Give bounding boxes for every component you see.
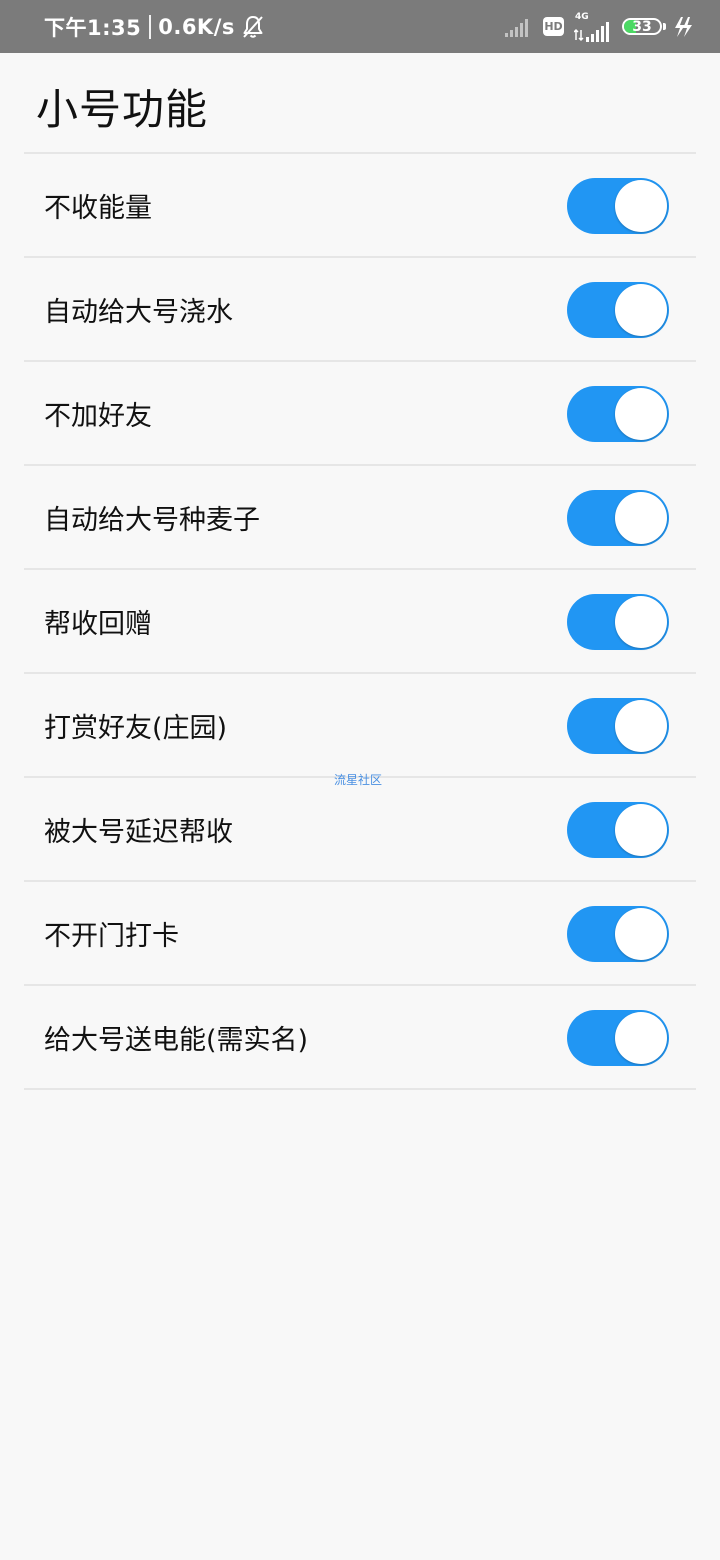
setting-label: 被大号延迟帮收: [44, 816, 233, 848]
battery-icon: 33: [622, 18, 666, 35]
battery-tip: [663, 23, 666, 30]
toggle-knob: [615, 180, 667, 232]
battery-level: 33: [632, 19, 652, 35]
setting-toggle[interactable]: [567, 802, 669, 858]
toggle-knob: [615, 804, 667, 856]
status-net-speed: 0.6K/s: [158, 14, 235, 39]
setting-label: 给大号送电能(需实名): [44, 1024, 309, 1056]
toggle-knob: [615, 700, 667, 752]
toggle-knob: [615, 492, 667, 544]
bell-muted-icon: [241, 14, 265, 40]
setting-row: 被大号延迟帮收: [24, 778, 696, 882]
setting-toggle[interactable]: [567, 594, 669, 650]
setting-row: 自动给大号种麦子: [24, 466, 696, 570]
setting-toggle[interactable]: [567, 178, 669, 234]
setting-label: 打赏好友(庄园): [44, 712, 228, 744]
settings-list: 不收能量 自动给大号浇水 不加好友 自动给大号种麦子 帮收回赠 打赏好友(庄园)…: [24, 152, 696, 1090]
setting-row: 不开门打卡: [24, 882, 696, 986]
watermark-text: 流星社区: [334, 773, 383, 787]
setting-label: 自动给大号浇水: [44, 296, 233, 328]
setting-label: 不收能量: [44, 192, 152, 224]
toggle-knob: [615, 1012, 667, 1064]
setting-toggle[interactable]: [567, 1010, 669, 1066]
setting-toggle[interactable]: [567, 282, 669, 338]
toggle-knob: [615, 388, 667, 440]
network-type-label: 4G: [575, 11, 589, 22]
status-bar-right: HD 4G 33: [497, 0, 694, 53]
battery-body: 33: [622, 18, 662, 35]
setting-toggle[interactable]: [567, 906, 669, 962]
setting-row: 打赏好友(庄园): [24, 674, 696, 778]
signal-icon: [505, 17, 533, 37]
status-time: 下午1:35: [44, 15, 142, 40]
setting-label: 帮收回赠: [44, 608, 152, 640]
charging-icon: [672, 16, 694, 38]
setting-toggle[interactable]: [567, 490, 669, 546]
setting-row: 自动给大号浇水: [24, 258, 696, 362]
setting-row: 不加好友: [24, 362, 696, 466]
toggle-knob: [615, 284, 667, 336]
status-separator: [149, 14, 152, 39]
setting-toggle[interactable]: [567, 386, 669, 442]
setting-row: 帮收回赠: [24, 570, 696, 674]
status-bar-left: 下午1:35 0.6K/s: [44, 0, 265, 53]
toggle-knob: [615, 908, 667, 960]
setting-row: 给大号送电能(需实名): [24, 986, 696, 1090]
setting-label: 不开门打卡: [44, 920, 179, 952]
setting-label: 不加好友: [44, 400, 152, 432]
setting-label: 自动给大号种麦子: [44, 504, 260, 536]
setting-row: 不收能量: [24, 154, 696, 258]
status-bar: 下午1:35 0.6K/s HD 4G 33: [0, 0, 720, 53]
page-title: 小号功能: [36, 85, 209, 134]
signal-4g-icon: 4G: [574, 12, 610, 42]
setting-toggle[interactable]: [567, 698, 669, 754]
hd-icon: HD: [543, 17, 564, 36]
toggle-knob: [615, 596, 667, 648]
